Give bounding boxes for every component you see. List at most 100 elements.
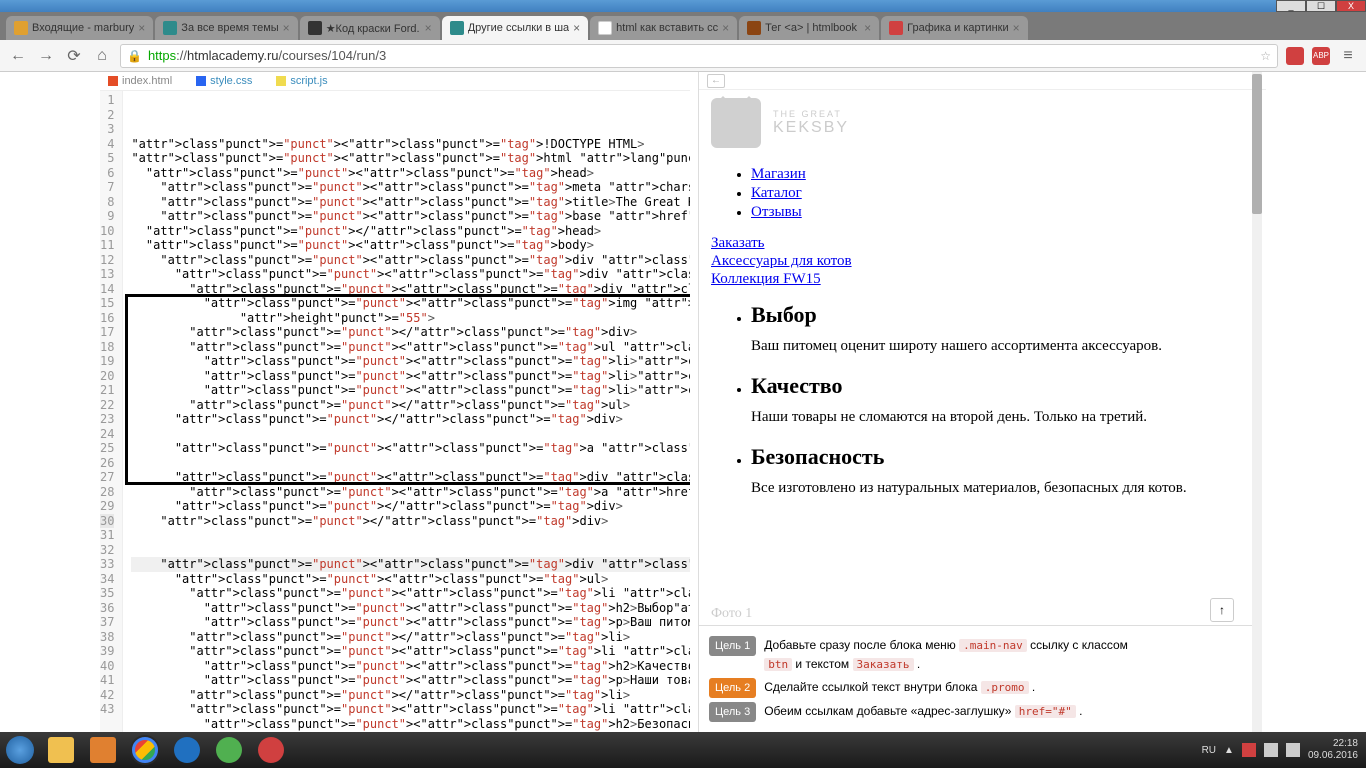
nav-link[interactable]: Отзывы (751, 204, 802, 220)
tray-volume-icon[interactable] (1286, 743, 1300, 757)
preview-links: Заказать Аксессуары для котов Коллекция … (711, 235, 1254, 288)
favicon-icon (598, 21, 612, 35)
window-maximize[interactable]: ☐ (1306, 0, 1336, 12)
goal-badge: Цель 3 (709, 702, 756, 722)
nav-forward-button[interactable]: → (36, 46, 56, 66)
clock-date: 09.06.2016 (1308, 750, 1358, 762)
tray-arrow-icon[interactable]: ▲ (1224, 745, 1234, 756)
taskbar-app[interactable] (250, 732, 292, 768)
line-gutter: 1234567891011121314151617181920212223242… (100, 91, 123, 732)
browser-tab[interactable]: Входящие - marbury × (6, 16, 153, 40)
promo-link[interactable]: Коллекция FW15 (711, 271, 821, 287)
url-text: https://htmlacademy.ru/courses/104/run/3 (148, 48, 386, 63)
nav-link[interactable]: Каталог (751, 185, 802, 201)
keksby-brand: THE GREAT KEKSBY (773, 109, 849, 137)
chrome-icon (132, 737, 158, 763)
browser-tab-active[interactable]: Другие ссылки в ша × (442, 16, 588, 40)
favicon-icon (450, 21, 464, 35)
goal-row: Цель 3 Обеим ссылкам добавьте «адрес-заг… (709, 702, 1242, 722)
window-minimize[interactable]: _ (1276, 0, 1306, 12)
nav-back-button[interactable]: ← (8, 46, 28, 66)
taskbar-app[interactable] (40, 732, 82, 768)
preview-nav-list: Магазин Каталог Отзывы (711, 166, 1254, 221)
nav-home-button[interactable]: ⌂ (92, 46, 112, 66)
tab-close-icon[interactable]: × (1013, 21, 1020, 35)
tab-title: Входящие - marbury (32, 22, 134, 34)
address-bar: ← → ⟳ ⌂ 🔒 https://htmlacademy.ru/courses… (0, 40, 1366, 72)
list-item: Магазин (751, 166, 1254, 183)
browser-tab[interactable]: Графика и картинки× (881, 16, 1027, 40)
feature-item: Безопасность Все изготовлено из натураль… (751, 444, 1254, 497)
page-content: index.html style.css script.js 123456789… (0, 72, 1366, 732)
tab-close-icon[interactable]: × (573, 21, 580, 35)
media-player-icon (90, 737, 116, 763)
feature-heading: Качество (751, 373, 1254, 399)
extension-icon[interactable] (1286, 47, 1304, 65)
nav-reload-button[interactable]: ⟳ (64, 46, 84, 66)
clock-time: 22:18 (1308, 738, 1358, 750)
ie-icon (174, 737, 200, 763)
faded-text: Фото 1 (711, 606, 752, 622)
preview-scrollbar-thumb[interactable] (1252, 74, 1262, 214)
tray-flag-icon[interactable] (1242, 743, 1256, 757)
browser-menu-icon[interactable]: ≡ (1338, 46, 1358, 66)
file-tab-html[interactable]: index.html (108, 72, 172, 90)
favicon-icon (889, 21, 903, 35)
tab-close-icon[interactable]: × (722, 21, 729, 35)
feature-heading: Безопасность (751, 444, 1254, 470)
tab-title: Другие ссылки в ша (468, 22, 569, 34)
browser-tab-strip: Входящие - marbury × За все время темы × ★… (0, 12, 1366, 40)
preview-back-icon[interactable]: ← (707, 74, 725, 88)
browser-tab[interactable]: ★Код краски Ford.× (300, 16, 440, 40)
tab-close-icon[interactable]: × (864, 21, 871, 35)
goal-row: Цель 2 Сделайте ссылкой текст внутри бло… (709, 678, 1242, 698)
feature-item: Выбор Ваш питомец оценит широту нашего а… (751, 302, 1254, 355)
taskbar-app[interactable] (166, 732, 208, 768)
url-input[interactable]: 🔒 https://htmlacademy.ru/courses/104/run… (120, 44, 1278, 68)
code-editor[interactable]: 1234567891011121314151617181920212223242… (100, 90, 690, 732)
tab-close-icon[interactable]: × (425, 21, 432, 35)
list-item: Каталог (751, 185, 1254, 202)
promo-link[interactable]: Аксессуары для котов (711, 253, 852, 269)
browser-tab[interactable]: Тег <a> | htmlbook× (739, 16, 879, 40)
utorrent-icon (216, 737, 242, 763)
tray-clock[interactable]: 22:18 09.06.2016 (1308, 738, 1358, 762)
tab-title: За все время темы (181, 22, 278, 34)
tab-close-icon[interactable]: × (138, 21, 145, 35)
window-titlebar: _ ☐ X (0, 0, 1366, 12)
windows-orb-icon (6, 736, 34, 764)
taskbar-app-active[interactable] (124, 732, 166, 768)
file-tab-label: script.js (290, 75, 327, 87)
feature-text: Все изготовлено из натуральных материало… (751, 480, 1254, 497)
goal-row: Цель 1 Добавьте сразу после блока меню .… (709, 636, 1242, 674)
tray-network-icon[interactable] (1264, 743, 1278, 757)
taskbar-app[interactable] (208, 732, 250, 768)
bookmark-star-icon[interactable]: ☆ (1260, 49, 1271, 63)
abp-extension-icon[interactable]: ABP (1312, 47, 1330, 65)
feature-heading: Выбор (751, 302, 1254, 328)
code-editor-pane: index.html style.css script.js 123456789… (100, 72, 690, 732)
html-file-icon (108, 76, 118, 86)
favicon-icon (14, 21, 28, 35)
code-lines[interactable]: "attr">class"punct">="punct"><"attr">cla… (123, 91, 690, 732)
opera-icon (258, 737, 284, 763)
start-button[interactable] (0, 732, 40, 768)
file-tab-strip: index.html style.css script.js (100, 72, 690, 90)
file-tab-css[interactable]: style.css (196, 72, 252, 90)
browser-tab[interactable]: html как вставить сс× (590, 16, 737, 40)
tray-lang[interactable]: RU (1202, 745, 1216, 756)
browser-tab[interactable]: За все время темы × (155, 16, 297, 40)
preview-toolbar: ← ≡ (699, 72, 1266, 90)
window-close[interactable]: X (1336, 0, 1366, 12)
js-file-icon (276, 76, 286, 86)
order-link[interactable]: Заказать (711, 235, 764, 251)
keksby-header: THE GREAT KEKSBY (711, 98, 1254, 148)
file-tab-js[interactable]: script.js (276, 72, 327, 90)
taskbar-app[interactable] (82, 732, 124, 768)
nav-link[interactable]: Магазин (751, 166, 806, 182)
goal-badge: Цель 2 (709, 678, 756, 698)
scroll-up-button[interactable]: ↑ (1210, 598, 1234, 622)
preview-pane: ← ≡ THE GREAT KEKSBY Магазин Каталог Отз… (698, 72, 1266, 732)
css-file-icon (196, 76, 206, 86)
tab-close-icon[interactable]: × (283, 21, 290, 35)
